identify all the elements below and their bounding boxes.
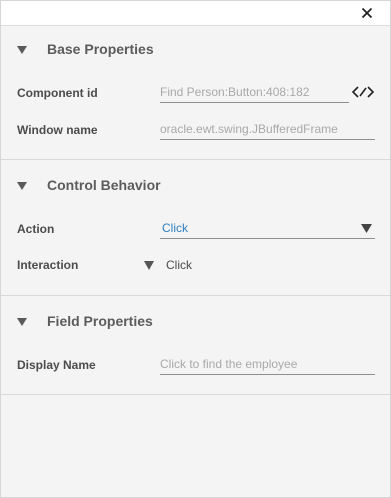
display-name-label: Display Name <box>17 358 96 372</box>
collapse-triangle-icon <box>17 318 27 326</box>
interaction-value[interactable]: Click <box>166 258 192 272</box>
interaction-label: Interaction <box>17 258 79 272</box>
close-button[interactable] <box>358 4 376 22</box>
section-field-properties: Field Properties Display Name Click to f… <box>1 296 390 395</box>
chevron-down-icon <box>361 224 372 233</box>
display-name-input[interactable]: Click to find the employee <box>160 354 375 375</box>
window-name-value: oracle.ewt.swing.JBufferedFrame <box>160 122 338 136</box>
section-header-field-properties[interactable]: Field Properties <box>1 310 390 334</box>
close-icon <box>361 7 373 19</box>
section-header-control-behavior[interactable]: Control Behavior <box>1 174 390 198</box>
code-edit-icon[interactable] <box>352 85 374 99</box>
section-title: Field Properties <box>47 313 153 329</box>
section-title: Base Properties <box>47 41 154 57</box>
display-name-placeholder: Click to find the employee <box>160 357 298 371</box>
interaction-dropdown-icon[interactable] <box>144 261 154 270</box>
section-header-base-properties[interactable]: Base Properties <box>1 38 390 62</box>
collapse-triangle-icon <box>17 182 27 190</box>
section-control-behavior: Control Behavior Action Click Interactio… <box>1 160 390 296</box>
section-title: Control Behavior <box>47 177 161 193</box>
top-bar <box>1 1 390 26</box>
component-id-value: Find Person:Button:408:182 <box>160 85 310 99</box>
window-name-label: Window name <box>17 123 98 137</box>
window-name-field: oracle.ewt.swing.JBufferedFrame <box>160 119 375 140</box>
component-id-label: Component id <box>17 86 98 100</box>
component-id-field: Find Person:Button:408:182 <box>160 82 349 103</box>
collapse-triangle-icon <box>17 46 27 54</box>
section-base-properties: Base Properties Component id Find Person… <box>1 26 390 160</box>
action-label: Action <box>17 222 55 236</box>
action-select[interactable]: Click <box>160 218 375 239</box>
action-select-value: Click <box>162 221 188 235</box>
